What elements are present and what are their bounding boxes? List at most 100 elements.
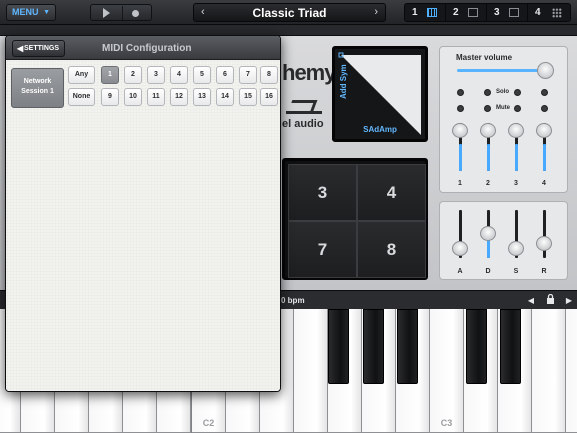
channel-2-button[interactable]: 2	[124, 66, 142, 84]
channel-7-button[interactable]: 7	[239, 66, 257, 84]
channel-fader-fill	[459, 144, 462, 171]
solo-led-3[interactable]	[514, 89, 521, 96]
mute-led-4[interactable]	[541, 105, 548, 112]
menu-caret-icon: ▼	[43, 9, 50, 16]
channel-15-button[interactable]: 15	[239, 88, 257, 106]
popover-header: ◀ SETTINGS MIDI Configuration	[6, 36, 280, 60]
mute-led-1[interactable]	[457, 105, 464, 112]
brand-logo: hemy	[282, 60, 336, 85]
channel-4-label: 4	[542, 180, 546, 187]
black-key[interactable]	[500, 309, 521, 384]
solo-label: Solo	[496, 89, 509, 95]
scroll-right-icon[interactable]: ▶	[562, 294, 576, 307]
trigger-pads: 3 4 7 8	[282, 158, 428, 280]
channel-1-button[interactable]: 1	[101, 66, 119, 84]
top-toolbar: MENU ▼ ‹ Classic Triad › 1 2 3 4	[0, 0, 577, 25]
black-key[interactable]	[397, 309, 418, 384]
channel-6-button[interactable]: 6	[216, 66, 234, 84]
back-button-label: SETTINGS	[24, 45, 60, 52]
chevron-left-icon: ◀	[17, 44, 24, 53]
solo-led-1[interactable]	[457, 89, 464, 96]
black-key[interactable]	[363, 309, 384, 384]
master-volume-slider[interactable]	[537, 62, 554, 79]
slot-2-label: 2	[453, 7, 459, 18]
next-patch-button[interactable]: ›	[374, 6, 378, 18]
channel-3-label: 3	[514, 180, 518, 187]
pad-8[interactable]: 8	[357, 221, 426, 278]
channel-12-button[interactable]: 12	[170, 88, 188, 106]
channel-1-label: 1	[458, 180, 462, 187]
decay-fader[interactable]	[480, 226, 496, 241]
menu-button[interactable]: MENU ▼	[6, 4, 56, 21]
midi-configuration-popover: ◀ SETTINGS MIDI Configuration Network Se…	[5, 35, 281, 392]
mute-led-3[interactable]	[514, 105, 521, 112]
pad-3[interactable]: 3	[288, 164, 357, 221]
slot-4-button[interactable]: 4	[528, 4, 569, 21]
channel-16-button[interactable]: 16	[260, 88, 278, 106]
brand-logo-mark	[286, 96, 322, 114]
channel-none-button[interactable]: None	[68, 88, 95, 106]
channel-14-button[interactable]: 14	[216, 88, 234, 106]
white-key[interactable]	[566, 309, 577, 433]
record-icon[interactable]	[132, 10, 139, 17]
attack-fader[interactable]	[452, 241, 468, 256]
key-label-c3: C3	[440, 418, 453, 428]
mute-led-2[interactable]	[484, 105, 491, 112]
channel-10-button[interactable]: 10	[124, 88, 142, 106]
channel-11-button[interactable]: 11	[147, 88, 165, 106]
white-key[interactable]	[532, 309, 566, 433]
channel-3-fader[interactable]	[508, 123, 524, 138]
channel-5-button[interactable]: 5	[193, 66, 211, 84]
pad-7[interactable]: 7	[288, 221, 357, 278]
channel-8-button[interactable]: 8	[260, 66, 278, 84]
white-key[interactable]	[294, 309, 328, 433]
tempo-readout: 0 bpm	[281, 296, 305, 305]
black-key[interactable]	[466, 309, 487, 384]
keyboard-icon	[427, 8, 437, 17]
channel-2-fader[interactable]	[480, 123, 496, 138]
channel-4-fader[interactable]	[536, 123, 552, 138]
slot-2-button[interactable]: 2	[446, 4, 487, 21]
channel-13-button[interactable]: 13	[193, 88, 211, 106]
channel-9-button[interactable]: 9	[101, 88, 119, 106]
mute-label: Mute	[496, 105, 510, 111]
sustain-fader[interactable]	[508, 241, 524, 256]
lock-icon[interactable]	[543, 293, 557, 307]
black-key[interactable]	[328, 309, 349, 384]
key-label-c2: C2	[202, 418, 215, 428]
sustain-label: S	[513, 268, 519, 275]
popover-title: MIDI Configuration	[102, 43, 192, 54]
pad-4[interactable]: 4	[357, 164, 426, 221]
scroll-left-icon[interactable]: ◀	[524, 294, 538, 307]
xy-pad[interactable]: Add Sym SAdAmp	[332, 46, 428, 142]
slot-3-label: 3	[494, 7, 500, 18]
brand-subtitle: el audio	[282, 118, 324, 130]
settings-back-button[interactable]: ◀ SETTINGS	[12, 40, 66, 57]
channel-2-label: 2	[486, 180, 490, 187]
transport-controls	[90, 4, 152, 21]
play-icon[interactable]	[103, 8, 110, 18]
slot-4-label: 4	[535, 7, 541, 18]
channel-fader-fill	[487, 144, 490, 171]
slot-1-button[interactable]: 1	[405, 4, 446, 21]
white-key-c3[interactable]: C3	[430, 309, 464, 433]
release-label: R	[541, 268, 547, 275]
menu-label: MENU	[12, 7, 39, 17]
xy-pad-region	[341, 55, 421, 135]
slot-1-label: 1	[412, 7, 418, 18]
envelope-panel: A D S R	[439, 201, 568, 280]
channel-3-button[interactable]: 3	[147, 66, 165, 84]
solo-led-2[interactable]	[484, 89, 491, 96]
channel-any-button[interactable]: Any	[68, 66, 95, 84]
solo-led-4[interactable]	[541, 89, 548, 96]
network-session-button[interactable]: Network Session 1	[11, 68, 64, 108]
mixer-panel: Master volume Solo Mute 1 2 3 4	[439, 46, 568, 193]
keyboard-icon	[509, 8, 519, 17]
attack-label: A	[457, 268, 463, 275]
channel-1-fader[interactable]	[452, 123, 468, 138]
patch-selector: ‹ Classic Triad ›	[193, 3, 386, 22]
release-fader[interactable]	[536, 236, 552, 251]
channel-4-button[interactable]: 4	[170, 66, 188, 84]
slot-3-button[interactable]: 3	[487, 4, 528, 21]
patch-name: Classic Triad	[252, 6, 327, 20]
